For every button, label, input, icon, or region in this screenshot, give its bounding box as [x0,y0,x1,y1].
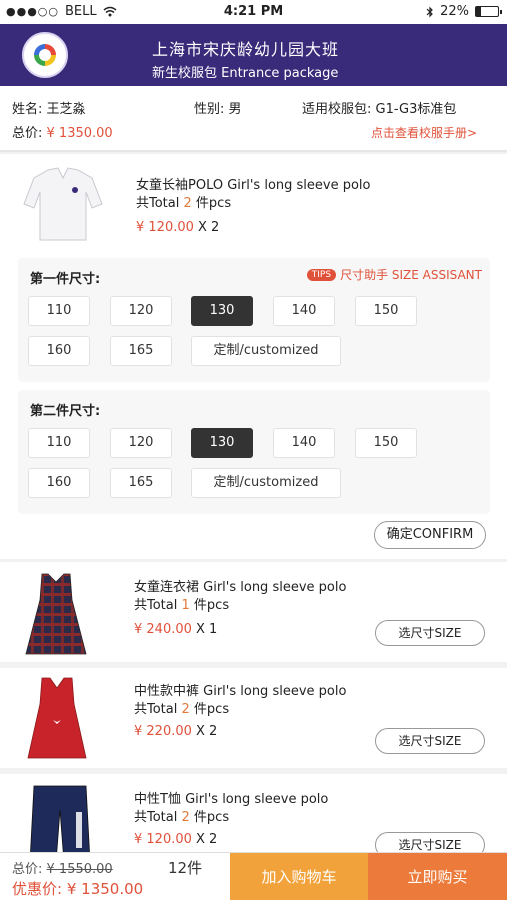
navy-pants-image [30,785,90,852]
product-name: 中性T恤 Girl's long sleeve polo [134,792,329,807]
original-total: 总价: ¥ 1550.00 [12,862,113,877]
second-size-label: 第二件尺寸: [30,404,101,419]
page-title: 上海市宋庆龄幼儿园大班 [152,40,340,59]
product-card-dress: 女童连衣裙 Girl's long sleeve polo 共Total 1 件… [0,562,507,662]
product-quantity: 共Total 2 件pcs [134,702,230,717]
size-panel-second: 第二件尺寸: 110 120 130 140 150 160 165 定制/cu… [18,390,490,514]
name-field: 姓名: 王芝淼 [12,102,86,117]
product-quantity: 共Total 2 件pcs [136,196,232,211]
product-price: ¥ 220.00 X 2 [134,724,218,739]
divider [0,150,507,152]
size-assistant-link[interactable]: TIPS 尺寸助手 SIZE ASSISANT [306,266,482,283]
product-name: 女童连衣裙 Girl's long sleeve polo [134,580,347,595]
size-option-140[interactable]: 140 [273,428,335,458]
battery-percent: 22% [440,4,469,19]
battery-icon [475,6,502,17]
total-price: ¥ 1350.00 [46,126,113,141]
total-price-field: 总价: ¥ 1350.00 [12,126,113,141]
size-option-120[interactable]: 120 [110,296,172,326]
product-quantity: 共Total 1 件pcs [134,598,230,613]
discount-price: 优惠价: ¥ 1350.00 [12,880,144,898]
size-option-130[interactable]: 130 [191,296,253,326]
kindergarten-logo [22,32,68,78]
product-price: ¥ 120.00 X 2 [136,220,220,235]
size-option-160[interactable]: 160 [28,336,90,366]
product-card-tshirt: 中性T恤 Girl's long sleeve polo 共Total 2 件p… [0,774,507,852]
size-option-165[interactable]: 165 [110,468,172,498]
select-size-button[interactable]: 选尺寸SIZE [375,728,485,754]
size-option-140[interactable]: 140 [273,296,335,326]
size-option-165[interactable]: 165 [110,336,172,366]
product-card-shorts: 中性款中裤 Girl's long sleeve polo 共Total 2 件… [0,668,507,768]
dress-image [25,573,87,655]
app-header: 上海市宋庆龄幼儿园大班 新生校服包 Entrance package [0,24,507,86]
tips-badge: TIPS [306,268,337,281]
size-option-160[interactable]: 160 [28,468,90,498]
product-price: ¥ 120.00 X 2 [134,832,218,847]
select-size-button[interactable]: 选尺寸SIZE [375,832,485,852]
bluetooth-icon [426,6,433,17]
item-count: 12件 [168,859,203,877]
size-option-150[interactable]: 150 [355,296,417,326]
student-name: 王芝淼 [46,102,86,117]
product-card-polo: 女童长袖POLO Girl's long sleeve polo 共Total … [0,154,507,559]
uniform-manual-link[interactable]: 点击查看校服手册> [371,124,477,141]
select-size-button[interactable]: 选尺寸SIZE [375,620,485,646]
size-panel-first: 第一件尺寸: TIPS 尺寸助手 SIZE ASSISANT 110 120 1… [18,258,490,382]
size-option-110[interactable]: 110 [28,296,90,326]
size-option-150[interactable]: 150 [355,428,417,458]
checkout-bar: 总价: ¥ 1550.00 12件 优惠价: ¥ 1350.00 加入购物车 立… [0,852,507,900]
size-option-customized[interactable]: 定制/customized [191,336,341,366]
red-jumper-image [27,677,87,759]
package-field: 适用校服包: G1-G3标准包 [302,102,457,117]
first-size-label: 第一件尺寸: [30,272,101,287]
student-gender: 男 [228,102,242,117]
size-option-130[interactable]: 130 [191,428,253,458]
product-name: 中性款中裤 Girl's long sleeve polo [134,684,347,699]
product-quantity: 共Total 2 件pcs [134,810,230,825]
buy-now-button[interactable]: 立即购买 [368,853,507,900]
size-option-120[interactable]: 120 [110,428,172,458]
size-option-110[interactable]: 110 [28,428,90,458]
product-price: ¥ 240.00 X 1 [134,622,218,637]
confirm-button[interactable]: 确定CONFIRM [374,521,486,549]
page-subtitle: 新生校服包 Entrance package [152,66,339,81]
product-name: 女童长袖POLO Girl's long sleeve polo [136,178,371,193]
add-to-cart-button[interactable]: 加入购物车 [230,853,368,900]
status-bar: ●●●○○ BELL 4:21 PM 22% [0,0,507,24]
student-info: 姓名: 王芝淼 性别: 男 适用校服包: G1-G3标准包 总价: ¥ 1350… [0,86,507,150]
polo-shirt-image [23,167,103,241]
gender-field: 性别: 男 [194,102,242,117]
package-name: G1-G3标准包 [375,102,457,117]
size-option-customized[interactable]: 定制/customized [191,468,341,498]
